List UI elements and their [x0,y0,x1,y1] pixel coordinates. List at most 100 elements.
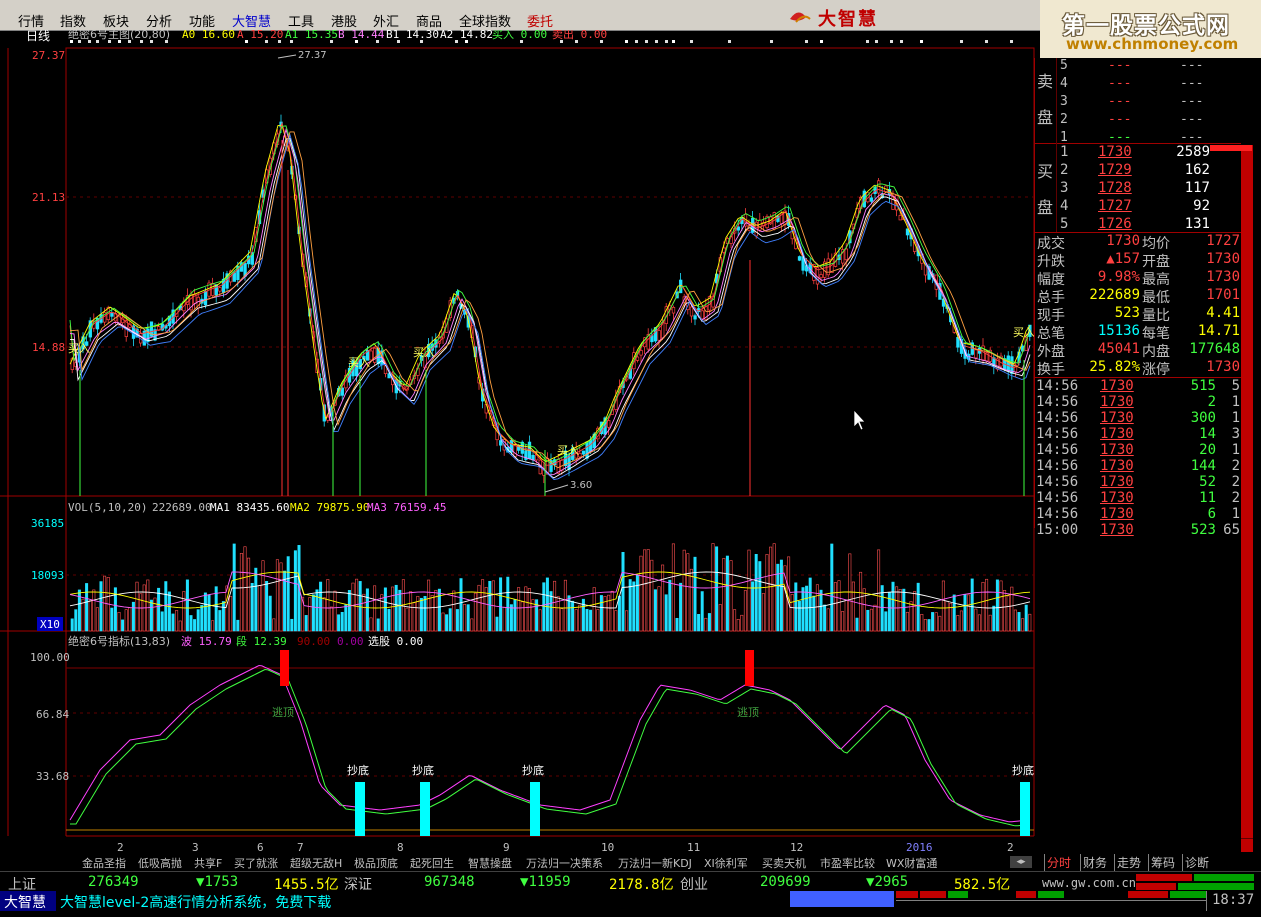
formula-tab-7[interactable]: 智慧操盘 [468,855,512,871]
ind-wave: 波 15.79 [181,635,232,648]
formula-tab-13[interactable]: WX财富通 [886,855,937,871]
right-tab-1[interactable]: 财务 [1080,854,1107,871]
formula-tab-0[interactable]: 金品圣指 [82,855,126,871]
volume-bar [362,593,366,632]
header-value-0: A0 16.60 [182,30,235,41]
formula-tab-5[interactable]: 极品顶底 [354,855,398,871]
signal-dot [420,40,423,43]
formula-tab-9[interactable]: 万法归一新KDJ [618,855,692,871]
tick-count: 65 [1223,522,1240,538]
volume-bar [445,614,449,632]
ind-tick: 100.00 [30,651,70,664]
candle-body [1006,355,1010,372]
menu-item-0[interactable]: 行情 [18,11,44,30]
volume-bar [423,596,427,632]
tick-volume: 2 [1207,394,1216,410]
volume-bar [175,610,179,632]
signal-dot [690,40,693,43]
quote-label: 总手 [1037,290,1065,306]
candle-body [700,310,704,320]
formula-tab-2[interactable]: 共享F [194,855,222,871]
quote-label: 现手 [1037,308,1065,324]
tick-volume: 11 [1199,490,1216,506]
volume-bar [171,613,175,632]
right-tab-4[interactable]: 诊断 [1182,854,1209,871]
site-url[interactable]: www.gw.com.cn [1042,876,1136,890]
menu-item-8[interactable]: 外汇 [373,11,399,30]
menu-item-11[interactable]: 委托 [527,11,553,30]
volume-bar [383,587,387,632]
ad-text[interactable]: 大智慧level-2高速行情分析系统，免费下载 [60,892,331,912]
menu-item-1[interactable]: 指数 [60,11,86,30]
candle-body [218,287,222,292]
formula-tab-6[interactable]: 起死回生 [410,855,454,871]
scroll-down-button[interactable] [1241,838,1253,852]
indicator-name[interactable]: 绝密6号主图(20,80) [68,30,170,41]
signal-dot [397,40,400,43]
kline-chart-area[interactable]: 日线 绝密6号主图(20,80) A0 16.60 A 15.20 A1 15.35 B … [0,30,1040,856]
tick-time: 14:56 [1036,442,1079,458]
formula-tab-11[interactable]: 买卖天机 [762,855,806,871]
volume-bar [952,594,956,632]
volume-bar [621,552,625,632]
volume-bar [509,604,513,632]
right-tab-0[interactable]: 分时 [1044,854,1071,871]
logo-text: 大智慧 [818,9,878,30]
volume-bar [293,550,297,632]
quote-value: 4.41 [1206,305,1240,321]
signal-dot [600,40,603,43]
quote-value: 1730 [1206,251,1240,267]
candle-body [326,416,330,421]
volume-bar [927,619,931,632]
ind-tick: 66.84 [36,708,69,721]
signal-dot [645,40,648,43]
formula-tab-12[interactable]: 市盈率比较 [820,855,875,871]
menu-item-5[interactable]: 大智慧 [232,11,271,30]
formula-tab-3[interactable]: 买了就涨 [234,855,278,871]
volume-bar [743,590,747,632]
volume-bar [247,557,251,632]
time-tick: 2016 [906,841,933,854]
signal-dot [355,40,358,43]
menu-item-3[interactable]: 分析 [146,11,172,30]
formula-tab-8[interactable]: 万法归一决策系 [526,855,603,871]
volume-bar [700,591,704,632]
tick-price: 1730 [1100,458,1134,474]
time-tick: 9 [503,841,510,854]
signal-dot [875,40,878,43]
menu-item-2[interactable]: 板块 [103,11,129,30]
vol-value: 222689.00 [152,501,212,514]
volume-bar [149,599,153,632]
volume-bar [391,586,395,632]
volume-bar [95,607,99,632]
buy-level-price: 1727 [1098,198,1132,214]
formula-tab-4[interactable]: 超级无敌H [290,855,342,871]
volume-bar [131,601,135,632]
signal-dot [96,40,99,43]
menu-item-9[interactable]: 商品 [416,11,442,30]
menu-item-4[interactable]: 功能 [189,11,215,30]
formula-tab-10[interactable]: XI徐利军 [704,855,748,871]
formula-tab-1[interactable]: 低吸高抛 [138,855,182,871]
volume-bar [203,592,207,632]
right-tab-2[interactable]: 走势 [1114,854,1141,871]
volume-bar [542,582,546,632]
signal-dot [890,40,893,43]
menu-item-6[interactable]: 工具 [288,11,314,30]
tab-scroll-arrows[interactable]: ◂▸ [1010,856,1032,868]
volume-bar [563,579,567,632]
volume-bar [862,588,866,632]
quote-label: 外盘 [1037,344,1065,360]
volume-bar [232,543,236,632]
signal-dot [805,40,808,43]
volume-bar [837,580,841,632]
period-label[interactable]: 日线 [26,30,50,43]
volume-bar [787,556,791,632]
right-tab-3[interactable]: 筹码 [1148,854,1175,871]
volume-bar [326,579,330,632]
menu-item-10[interactable]: 全球指数 [459,11,511,30]
menu-item-7[interactable]: 港股 [331,11,357,30]
tick-count: 2 [1231,474,1240,490]
mouse-cursor-icon [853,409,866,431]
signal-dot [665,40,668,43]
